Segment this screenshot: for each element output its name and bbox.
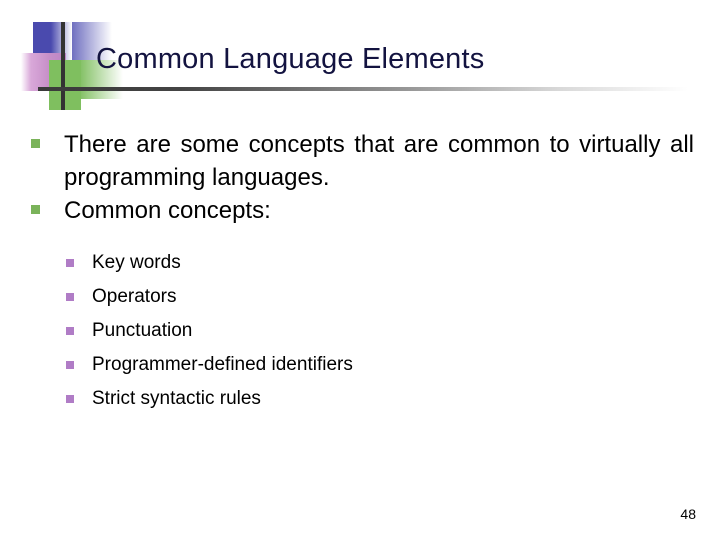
sub-bullet-text: Punctuation	[92, 320, 193, 341]
sub-bullet-item: Strict syntactic rules	[66, 382, 694, 416]
ornament-vertical-line	[61, 22, 65, 110]
sub-bullet-text: Key words	[92, 252, 181, 273]
ornament-horizontal-rule	[38, 87, 688, 91]
sub-bullet-square-icon	[66, 395, 74, 403]
bullet-text: Common concepts:	[64, 197, 271, 224]
bullet-square-icon	[31, 139, 40, 148]
ornament-blue-square	[33, 22, 72, 61]
bullet-text: There are some concepts that are common …	[64, 131, 694, 191]
sub-bullet-item: Programmer-defined identifiers	[66, 348, 694, 382]
page-number: 48	[680, 506, 696, 522]
bullet-item: There are some concepts that are common …	[28, 128, 694, 194]
bullet-item: Common concepts:	[28, 194, 694, 227]
sub-bullet-square-icon	[66, 259, 74, 267]
slide-body: There are some concepts that are common …	[28, 128, 694, 416]
sub-bullet-text: Operators	[92, 286, 177, 307]
sub-bullet-square-icon	[66, 361, 74, 369]
sub-bullet-list: Key words Operators Punctuation Programm…	[28, 246, 694, 416]
sub-bullet-item: Key words	[66, 246, 694, 280]
ornament-pink-square	[21, 53, 66, 91]
slide: Common Language Elements There are some …	[0, 0, 720, 540]
sub-bullet-text: Strict syntactic rules	[92, 388, 261, 409]
bullet-square-icon	[31, 205, 40, 214]
sub-bullet-square-icon	[66, 293, 74, 301]
sub-bullet-item: Operators	[66, 280, 694, 314]
sub-bullet-square-icon	[66, 327, 74, 335]
sub-bullet-item: Punctuation	[66, 314, 694, 348]
ornament-green-square	[49, 60, 81, 110]
slide-title: Common Language Elements	[96, 43, 485, 75]
sub-bullet-text: Programmer-defined identifiers	[92, 354, 353, 375]
